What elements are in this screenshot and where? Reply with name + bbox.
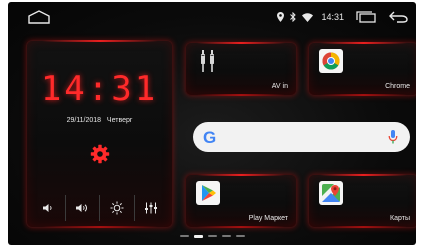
quick-controls [31,195,168,221]
status-right: 14:31 [277,8,408,26]
volume-up-button[interactable] [66,195,100,221]
status-bar: 14:31 [8,2,416,32]
google-search-bar[interactable]: G [193,122,410,152]
back-icon[interactable] [388,11,408,23]
location-icon [277,12,285,22]
google-logo: G [203,128,216,148]
page-dot[interactable] [221,235,231,237]
settings-gear-icon[interactable] [90,144,110,164]
page-indicator [8,234,416,238]
recent-apps-icon[interactable] [356,11,376,23]
google-logo-letter: G [203,128,217,147]
app-label-chrome: Chrome [385,83,410,90]
widget-time: 14:31 [40,69,159,109]
microphone-icon[interactable] [388,129,398,145]
equalizer-button[interactable] [135,195,169,221]
volume-down-icon [42,204,52,212]
page-dot[interactable] [179,235,189,237]
app-label-maps: Карты [390,215,410,222]
home-icon[interactable] [28,10,50,24]
app-tile-play-market[interactable]: Play Маркет [185,174,297,228]
page-dot[interactable] [207,235,217,237]
page-dot[interactable] [235,235,245,237]
app-tile-av-in[interactable]: AV in [185,42,297,96]
app-label-play-market: Play Маркет [248,215,288,222]
volume-up-icon [76,204,88,212]
equalizer-icon [145,202,158,214]
widget-date-line: 29/11/2018 Четверг [27,117,172,124]
chrome-icon [319,49,343,73]
app-tile-maps[interactable]: Карты [308,174,416,228]
av-cable-icon [201,50,214,72]
page-dot-active[interactable] [193,234,203,238]
app-label-av-in: AV in [271,83,288,90]
widget-date: 29/11/2018 [66,117,102,124]
bluetooth-icon [290,12,297,22]
status-time: 14:31 [321,12,344,22]
brightness-icon [110,201,124,215]
clock-widget[interactable]: 14:31 29/11/2018 Четверг [26,40,173,228]
wifi-icon [302,12,314,22]
volume-down-button[interactable] [31,195,66,221]
play-store-icon [196,181,220,205]
app-tile-chrome[interactable]: Chrome [308,42,416,96]
launcher-screen: 14:31 14:31 29/11/2018 Четверг AV in Chr… [8,2,416,245]
brightness-button[interactable] [100,195,135,221]
maps-icon [319,181,343,205]
widget-weekday: Четверг [106,117,133,124]
